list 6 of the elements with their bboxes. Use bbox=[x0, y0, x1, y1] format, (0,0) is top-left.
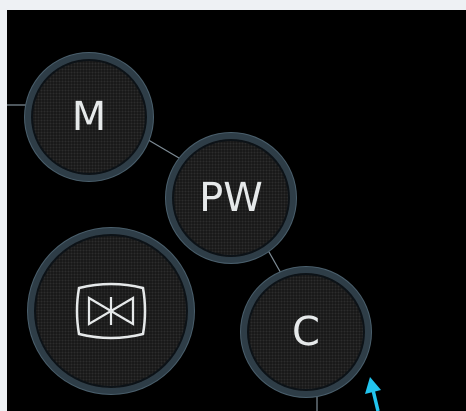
pointer-arrow bbox=[365, 377, 381, 411]
bowtie-icon bbox=[75, 282, 147, 340]
connector-line bbox=[7, 104, 27, 106]
mode-button[interactable]: PW bbox=[166, 133, 296, 263]
mode-button[interactable]: M bbox=[25, 53, 153, 181]
mode-button[interactable]: C bbox=[241, 267, 371, 397]
